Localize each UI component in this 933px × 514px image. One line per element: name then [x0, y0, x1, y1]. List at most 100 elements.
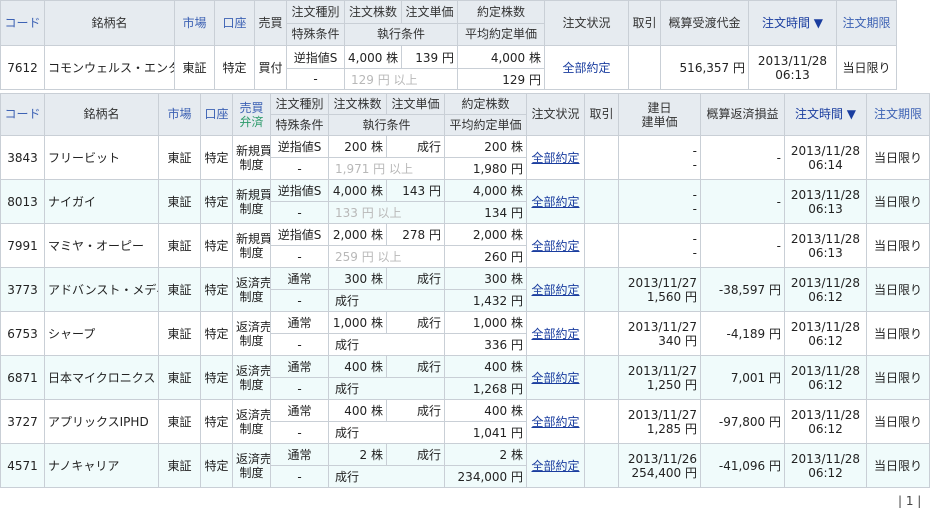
col-qty-header: 注文株数: [328, 93, 387, 115]
pagination[interactable]: | 1 |: [898, 494, 921, 508]
exec-cond-cell: 成行: [328, 421, 445, 444]
col-order-time-header[interactable]: 注文時間 ▼: [748, 0, 837, 46]
account-cell: 特定: [200, 399, 233, 444]
name-cell: フリービット: [44, 135, 159, 180]
col-price-header: 注文単価: [386, 93, 445, 115]
col-cancel-header: 取引: [628, 0, 661, 46]
order-time-cell: 2013/11/28 06:12: [784, 399, 867, 444]
col-exec-cond-header: 執行条件: [328, 114, 445, 136]
avg-price-cell: 1,432 円: [444, 289, 527, 312]
status-cell: 全部約定: [526, 223, 585, 268]
price-cell: 278 円: [386, 223, 445, 246]
status-cell: 全部約定: [526, 311, 585, 356]
status-link[interactable]: 全部約定: [531, 283, 579, 297]
build-cell: 2013/11/27 1,250 円: [618, 355, 701, 400]
col-order-time-header[interactable]: 注文時間 ▼: [784, 93, 867, 136]
side-line1: 返済売: [236, 363, 271, 378]
exec-cond-cell: 成行: [328, 289, 445, 312]
status-link[interactable]: 全部約定: [531, 371, 579, 385]
name-cell: 日本マイクロニクス: [44, 355, 159, 400]
col-code-header: コード: [0, 93, 45, 136]
status-link[interactable]: 全部約定: [531, 459, 579, 473]
order-type-cell: 通常: [270, 311, 329, 334]
side-cell: 返済売 制度: [232, 355, 271, 400]
table-row: 3727 アプリックスIPHD 東証 特定 返済売 制度 通常 400 株 成行 …: [0, 399, 930, 444]
build-date: -: [692, 187, 697, 202]
name-cell: ナイガイ: [44, 179, 159, 224]
order-time-cell: 2013/11/28 06:12: [784, 443, 867, 488]
col-order-type-header: 注文種別: [286, 0, 345, 24]
order-time-cell: 2013/11/28 06:13: [748, 45, 837, 90]
col-expiry-header: 注文期限: [836, 0, 897, 46]
status-link[interactable]: 全部約定: [531, 151, 579, 165]
avg-price-cell: 336 円: [444, 333, 527, 356]
order-time-cell: 2013/11/28 06:14: [784, 135, 867, 180]
status-link[interactable]: 全部約定: [531, 195, 579, 209]
exec-cond-cell: 129 円 以上: [344, 68, 458, 90]
expiry-cell: 当日限り: [866, 355, 930, 400]
side-line1: 新規買: [236, 187, 271, 202]
status-link[interactable]: 全部約定: [531, 415, 579, 429]
account-cell: 特定: [200, 311, 233, 356]
build-price: 1,250 円: [646, 377, 697, 392]
build-cell: 2013/11/27 340 円: [618, 311, 701, 356]
status-link[interactable]: 全部約定: [531, 327, 579, 341]
status-link[interactable]: 全部約定: [562, 61, 610, 75]
status-link[interactable]: 全部約定: [531, 239, 579, 253]
order-type-cell: 逆指値S: [270, 135, 329, 158]
market-cell: 東証: [174, 45, 215, 90]
account-cell: 特定: [200, 135, 233, 180]
table-row: 3773 アドバンスト・メディア 東証 特定 返済売制度 通常 300 株 成行…: [0, 267, 930, 312]
col-avg-price-header: 平均約定単価: [457, 23, 545, 46]
build-cell: 2013/11/27 1,285 円: [618, 399, 701, 444]
special-cell: -: [270, 157, 329, 180]
side-cell: 返済売 制度: [232, 399, 271, 444]
side-cell: 新規買 制度: [232, 135, 271, 180]
expiry-cell: 当日限り: [866, 135, 930, 180]
filled-qty-cell: 200 株: [444, 135, 527, 158]
col-name-header: 銘柄名: [44, 0, 175, 46]
qty-cell: 400 株: [328, 355, 387, 378]
col-est-amount-header: 概算受渡代金: [660, 0, 749, 46]
name-cell: マミヤ・オーピー: [44, 223, 159, 268]
cancel-cell: [584, 355, 619, 400]
col-expiry-header: 注文期限: [866, 93, 930, 136]
filled-qty-cell: 400 株: [444, 399, 527, 422]
build-header-line2: 建単価: [641, 114, 678, 129]
price-cell: 成行: [386, 135, 445, 158]
order-time: 06:13: [808, 201, 843, 216]
order-time-cell: 2013/11/28 06:13: [784, 179, 867, 224]
filled-qty-cell: 1,000 株: [444, 311, 527, 334]
side-line1: 新規買: [236, 231, 271, 246]
side-line2: 制度: [239, 333, 264, 348]
market-cell: 東証: [158, 135, 201, 180]
side-cell: 新規買 制度: [232, 223, 271, 268]
special-cell: -: [270, 465, 329, 488]
build-date: -: [692, 143, 697, 158]
code-cell: 6871: [0, 355, 45, 400]
order-date: 2013/11/28: [790, 363, 861, 378]
side-line1: 返済売: [236, 407, 271, 422]
order-type-cell: 通常: [270, 399, 329, 422]
build-cell: 2013/11/27 1,560 円: [618, 267, 701, 312]
side-cell: 返済売 制度: [232, 443, 271, 488]
build-price: 1,285 円: [646, 421, 697, 436]
expiry-cell: 当日限り: [866, 223, 930, 268]
order-type-cell: 通常: [270, 355, 329, 378]
col-status-header: 注文状況: [526, 93, 585, 136]
cancel-cell: [584, 399, 619, 444]
side-line2: 制度: [239, 289, 264, 304]
name-cell: アドバンスト・メディア: [44, 267, 159, 312]
special-cell: -: [270, 377, 329, 400]
avg-price-cell: 129 円: [457, 68, 545, 90]
exec-cond-cell: 成行: [328, 465, 445, 488]
order-time: 06:12: [808, 421, 843, 436]
pl-cell: -97,800 円: [700, 399, 785, 444]
build-date: 2013/11/27: [627, 363, 697, 378]
pl-cell: 7,001 円: [700, 355, 785, 400]
qty-cell: 300 株: [328, 267, 387, 290]
order-time: 06:12: [808, 465, 843, 480]
special-cell: -: [270, 333, 329, 356]
market-cell: 東証: [158, 223, 201, 268]
col-filled-qty-header: 約定株数: [444, 93, 527, 115]
